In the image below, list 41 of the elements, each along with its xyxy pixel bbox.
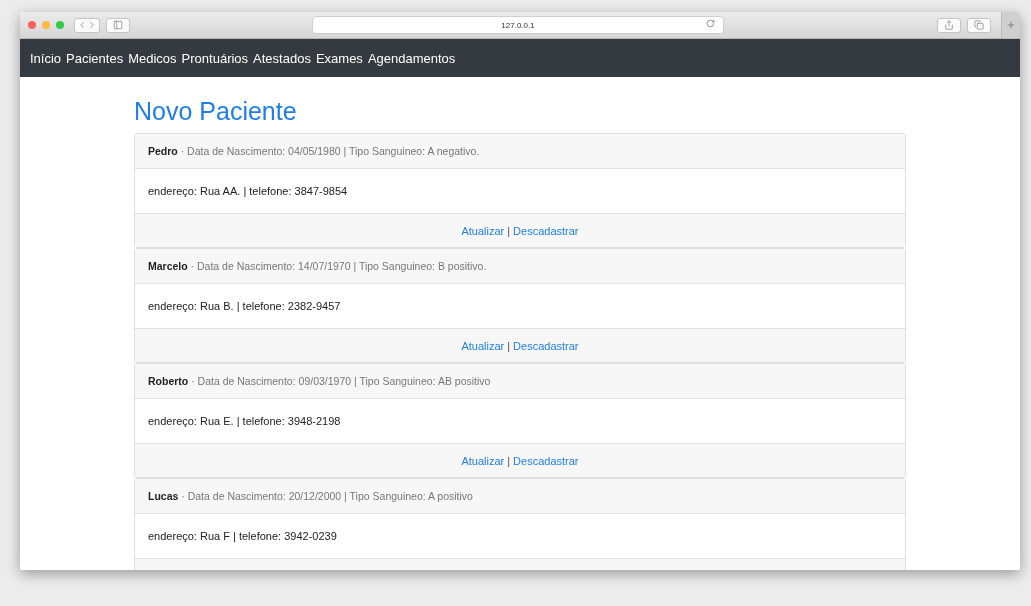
nav-link[interactable]: Início — [30, 50, 62, 66]
patient-summary: Marcelo · Data de Nascimento: 14/07/1970 | Tipo Sanguineo: B positivo. — [148, 260, 487, 272]
patient-contact: endereço: Rua E. | telefone: 3948-2198 — [148, 415, 341, 427]
remove-link[interactable]: Descadastrar — [513, 454, 579, 467]
link-separator: | — [507, 454, 511, 467]
back-forward-button[interactable] — [74, 17, 100, 33]
close-button[interactable] — [28, 21, 36, 29]
update-link[interactable]: Atualizar — [461, 454, 505, 467]
nav-link[interactable]: Pacientes — [66, 50, 124, 66]
patient-summary: Roberto · Data de Nascimento: 09/03/1970 | Tipo Sanguineo: AB positivo — [148, 375, 491, 387]
tabs-icon — [974, 20, 984, 30]
patient-contact: endereço: Rua F | telefone: 3942-0239 — [148, 530, 337, 542]
nav-link[interactable]: Exames — [315, 50, 363, 66]
link-separator: | — [507, 339, 511, 352]
plus-icon — [1006, 20, 1016, 30]
zoom-button[interactable] — [56, 21, 64, 29]
nav-link[interactable]: Atestados — [253, 50, 311, 66]
patient-contact: endereço: Rua AA. | telefone: 3847-9854 — [148, 185, 348, 197]
nav-link[interactable]: Medicos — [128, 50, 177, 66]
chevron-right-icon — [87, 20, 97, 30]
nav-link[interactable]: Prontuários — [181, 50, 249, 66]
sidebar-icon — [113, 20, 123, 30]
remove-link[interactable]: Descadastrar — [513, 339, 579, 352]
address-bar[interactable]: 127.0.0.1 — [312, 16, 724, 34]
share-icon — [944, 20, 954, 30]
patient-contact: endereço: Rua B. | telefone: 2382-9457 — [148, 300, 341, 312]
page-title: Novo Paciente — [134, 96, 298, 127]
update-link[interactable]: Atualizar — [461, 339, 505, 352]
share-button[interactable] — [937, 17, 961, 33]
remove-link[interactable]: Descadastrar — [513, 224, 579, 237]
new-tab-button[interactable] — [1001, 12, 1020, 38]
patient-summary: Pedro · Data de Nascimento: 04/05/1980 | Tipo Sanguineo: A negativo. — [148, 145, 480, 157]
reload-icon[interactable] — [706, 19, 715, 28]
nav-link[interactable]: Agendamentos — [367, 50, 456, 66]
link-separator: | — [507, 224, 511, 237]
update-link[interactable]: Atualizar — [461, 224, 505, 237]
tabs-button[interactable] — [967, 17, 991, 33]
minimize-button[interactable] — [42, 21, 50, 29]
chevron-left-icon — [77, 20, 87, 30]
sidebar-button[interactable] — [106, 17, 130, 33]
patient-summary: Lucas · Data de Nascimento: 20/12/2000 | Tipo Sanguineo: A positivo — [148, 490, 473, 502]
